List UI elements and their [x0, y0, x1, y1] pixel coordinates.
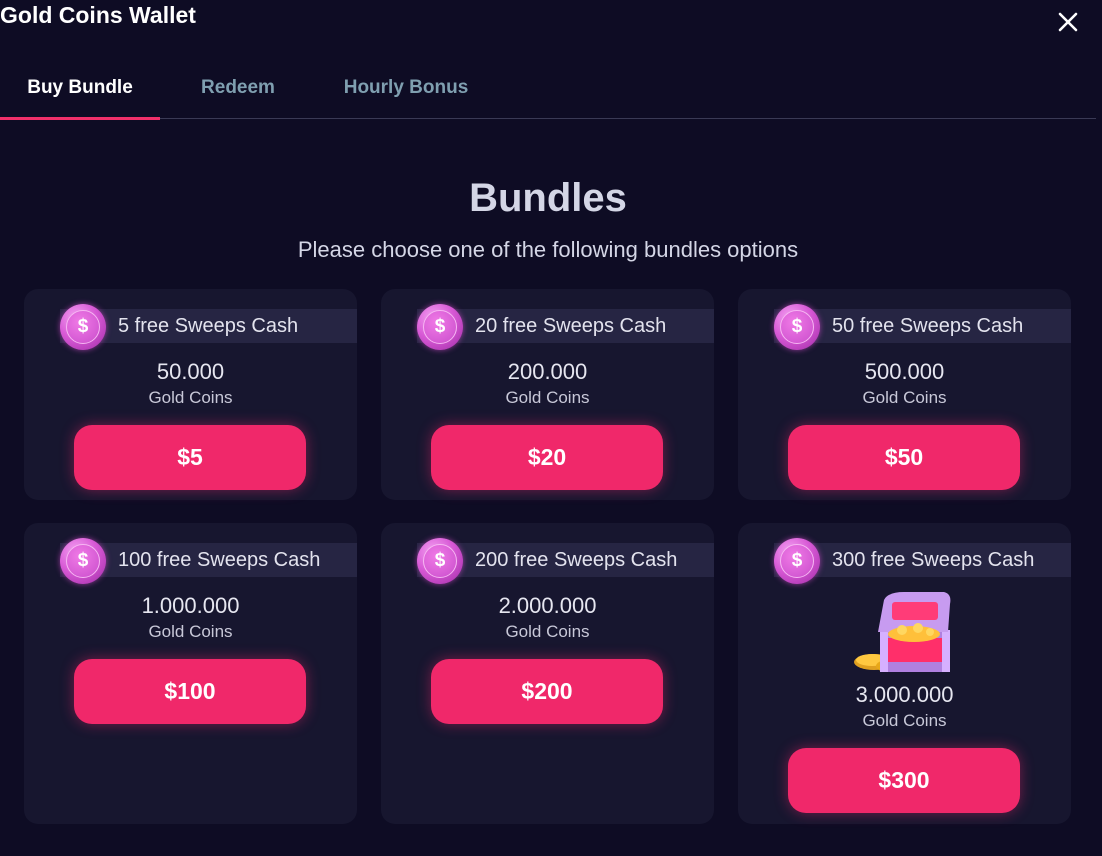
sweeps-coin-icon: $ — [774, 304, 820, 350]
gold-coins-label: Gold Coins — [148, 388, 233, 407]
gold-coins-label: Gold Coins — [862, 388, 947, 407]
tab-hourly-bonus[interactable]: Hourly Bonus — [322, 58, 490, 118]
tab-redeem[interactable]: Redeem — [180, 58, 296, 118]
page-subheading: Please choose one of the following bundl… — [297, 237, 799, 262]
buy-300-button[interactable]: $300 — [788, 748, 1020, 813]
sweeps-coin-icon: $ — [60, 538, 106, 584]
bundle-card-50: 50 free Sweeps Cash $ 500.000 Gold Coins… — [738, 289, 1071, 500]
gold-coins-label: Gold Coins — [505, 388, 590, 407]
sweeps-coin-icon: $ — [417, 538, 463, 584]
page-heading: Bundles — [469, 176, 627, 220]
bundle-card-200: 200 free Sweeps Cash $ 2.000.000 Gold Co… — [381, 523, 714, 824]
gold-coins-label: Gold Coins — [862, 711, 947, 730]
bundle-card-300: 300 free Sweeps Cash $ 3.000.000 Gold Co… — [738, 523, 1071, 824]
close-icon — [1058, 12, 1078, 32]
bundle-card-20: 20 free Sweeps Cash $ 200.000 Gold Coins… — [381, 289, 714, 500]
coin-symbol: $ — [66, 310, 100, 344]
treasure-chest-icon — [854, 592, 951, 672]
gold-coins-amount: 500.000 — [864, 359, 945, 384]
gold-coins-amount: 1.000.000 — [141, 593, 240, 618]
tab-bar: Buy Bundle Redeem Hourly Bonus — [0, 58, 1096, 120]
buy-100-button[interactable]: $100 — [74, 659, 306, 724]
sweeps-coin-icon: $ — [60, 304, 106, 350]
gold-coins-label: Gold Coins — [505, 622, 590, 641]
buy-5-button[interactable]: $5 — [74, 425, 306, 490]
bundle-card-100: 100 free Sweeps Cash $ 1.000.000 Gold Co… — [24, 523, 357, 824]
buy-50-button[interactable]: $50 — [788, 425, 1020, 490]
gold-coins-amount: 200.000 — [507, 359, 588, 384]
sweeps-coin-icon: $ — [774, 538, 820, 584]
tab-buy-bundle[interactable]: Buy Bundle — [0, 58, 160, 120]
buy-200-button[interactable]: $200 — [431, 659, 663, 724]
gold-coins-amount: 3.000.000 — [855, 682, 954, 707]
gold-coins-label: Gold Coins — [148, 622, 233, 641]
coin-symbol: $ — [66, 544, 100, 578]
gold-coins-amount: 50.000 — [156, 359, 225, 384]
bundle-card-5: 5 free Sweeps Cash $ 50.000 Gold Coins $… — [24, 289, 357, 500]
close-button[interactable] — [1054, 8, 1082, 36]
buy-20-button[interactable]: $20 — [431, 425, 663, 490]
gold-coins-amount: 2.000.000 — [498, 593, 597, 618]
wallet-title: Gold Coins Wallet — [0, 2, 196, 28]
coin-symbol: $ — [423, 310, 457, 344]
coin-symbol: $ — [780, 544, 814, 578]
coin-symbol: $ — [780, 310, 814, 344]
coin-symbol: $ — [423, 544, 457, 578]
sweeps-coin-icon: $ — [417, 304, 463, 350]
